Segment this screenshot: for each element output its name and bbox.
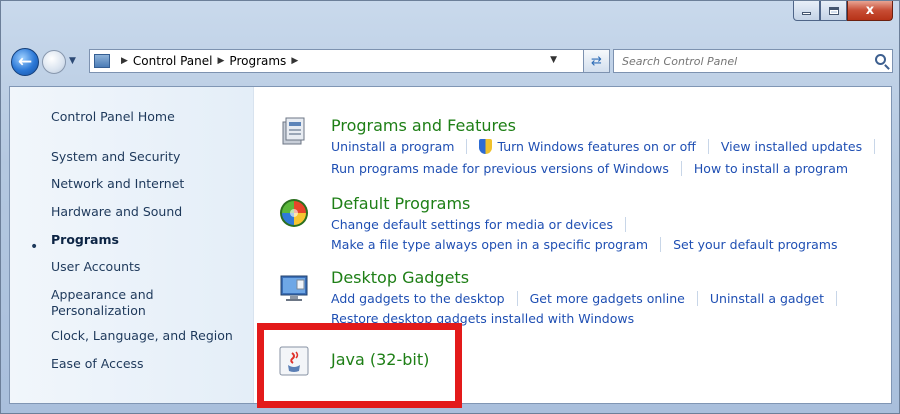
recent-pages-dropdown-icon[interactable]: ▼ xyxy=(69,56,76,66)
breadcrumb-control-panel[interactable]: Control Panel xyxy=(133,54,213,68)
address-dropdown-icon[interactable]: ▼ xyxy=(550,55,557,65)
forward-button[interactable] xyxy=(42,50,66,74)
desktop-gadgets-links-row1: Add gadgets to the desktop Get more gadg… xyxy=(331,291,849,306)
breadcrumb-separator-icon[interactable]: ▶ xyxy=(291,56,298,66)
back-button[interactable]: ← xyxy=(11,48,39,76)
view-installed-updates-link[interactable]: View installed updates xyxy=(721,139,862,154)
programs-and-features-title[interactable]: Programs and Features xyxy=(331,116,516,135)
java-highlight-box xyxy=(257,323,462,408)
sidebar: Control Panel Home System and Security N… xyxy=(10,87,254,403)
link-separator xyxy=(516,291,518,306)
link-separator xyxy=(707,139,709,154)
minimize-icon xyxy=(802,12,811,15)
sidebar-item-programs[interactable]: Programs xyxy=(51,232,119,247)
how-to-install-link[interactable]: How to install a program xyxy=(694,161,848,176)
programs-and-features-icon[interactable] xyxy=(278,115,310,147)
change-default-settings-link[interactable]: Change default settings for media or dev… xyxy=(331,217,613,232)
link-separator xyxy=(696,291,698,306)
default-programs-links-row2: Make a file type always open in a specif… xyxy=(331,237,837,252)
uninstall-program-link[interactable]: Uninstall a program xyxy=(331,139,454,154)
link-separator xyxy=(874,139,876,154)
sidebar-item-network-and-internet[interactable]: Network and Internet xyxy=(51,176,184,191)
active-item-bullet-icon: • xyxy=(30,239,39,255)
set-default-programs-link[interactable]: Set your default programs xyxy=(673,237,837,252)
programs-and-features-links-row1: Uninstall a program Turn Windows feature… xyxy=(331,139,887,154)
add-gadgets-link[interactable]: Add gadgets to the desktop xyxy=(331,291,505,306)
link-separator xyxy=(466,139,468,154)
close-button[interactable]: x xyxy=(847,1,893,21)
desktop-gadgets-icon[interactable] xyxy=(278,272,310,304)
default-programs-title[interactable]: Default Programs xyxy=(331,194,470,213)
search-icon[interactable] xyxy=(875,54,886,65)
maximize-icon xyxy=(828,6,839,15)
sidebar-item-appearance-line2[interactable]: Personalization xyxy=(51,303,146,318)
uninstall-gadget-link[interactable]: Uninstall a gadget xyxy=(710,291,824,306)
sidebar-item-system-and-security[interactable]: System and Security xyxy=(51,149,180,164)
breadcrumb-separator-icon[interactable]: ▶ xyxy=(218,56,225,66)
close-icon: x xyxy=(865,3,875,18)
link-separator xyxy=(625,217,627,232)
sidebar-item-control-panel-home[interactable]: Control Panel Home xyxy=(51,109,175,124)
refresh-button[interactable]: ⇄ xyxy=(584,49,610,73)
back-arrow-icon: ← xyxy=(17,52,33,72)
control-panel-icon xyxy=(94,54,110,68)
sidebar-item-ease-of-access[interactable]: Ease of Access xyxy=(51,356,144,371)
sidebar-item-user-accounts[interactable]: User Accounts xyxy=(51,259,140,274)
breadcrumb-programs[interactable]: Programs xyxy=(229,54,286,68)
default-programs-links-row1: Change default settings for media or dev… xyxy=(331,217,638,232)
get-more-gadgets-link[interactable]: Get more gadgets online xyxy=(530,291,685,306)
run-older-programs-link[interactable]: Run programs made for previous versions … xyxy=(331,161,669,176)
address-bar[interactable]: ▶ Control Panel ▶ Programs ▶ ▼ xyxy=(89,49,584,73)
sidebar-item-clock-language-region[interactable]: Clock, Language, and Region xyxy=(51,328,233,343)
caption-buttons: x xyxy=(793,1,893,21)
desktop-gadgets-title[interactable]: Desktop Gadgets xyxy=(331,268,469,287)
file-type-association-link[interactable]: Make a file type always open in a specif… xyxy=(331,237,648,252)
search-box[interactable] xyxy=(613,49,893,73)
title-bar[interactable]: x xyxy=(1,1,899,39)
uac-shield-icon xyxy=(479,139,493,154)
navigation-bar: ← ▼ ▶ Control Panel ▶ Programs ▶ ▼ ⇄ xyxy=(1,39,899,85)
programs-and-features-links-row2: Run programs made for previous versions … xyxy=(331,161,848,176)
link-separator xyxy=(836,291,838,306)
sidebar-item-appearance-line1[interactable]: Appearance and xyxy=(51,287,154,302)
windows-features-link[interactable]: Turn Windows features on or off xyxy=(497,139,695,154)
minimize-button[interactable] xyxy=(793,1,820,21)
link-separator xyxy=(680,161,682,176)
default-programs-icon[interactable] xyxy=(278,197,310,229)
search-input[interactable] xyxy=(622,54,872,68)
refresh-icon: ⇄ xyxy=(591,53,602,69)
sidebar-item-hardware-and-sound[interactable]: Hardware and Sound xyxy=(51,204,182,219)
control-panel-window: x ← ▼ ▶ Control Panel ▶ Programs ▶ ▼ ⇄ C… xyxy=(0,0,900,414)
breadcrumb-separator-icon[interactable]: ▶ xyxy=(121,56,128,66)
maximize-button[interactable] xyxy=(820,1,847,21)
link-separator xyxy=(660,237,662,252)
